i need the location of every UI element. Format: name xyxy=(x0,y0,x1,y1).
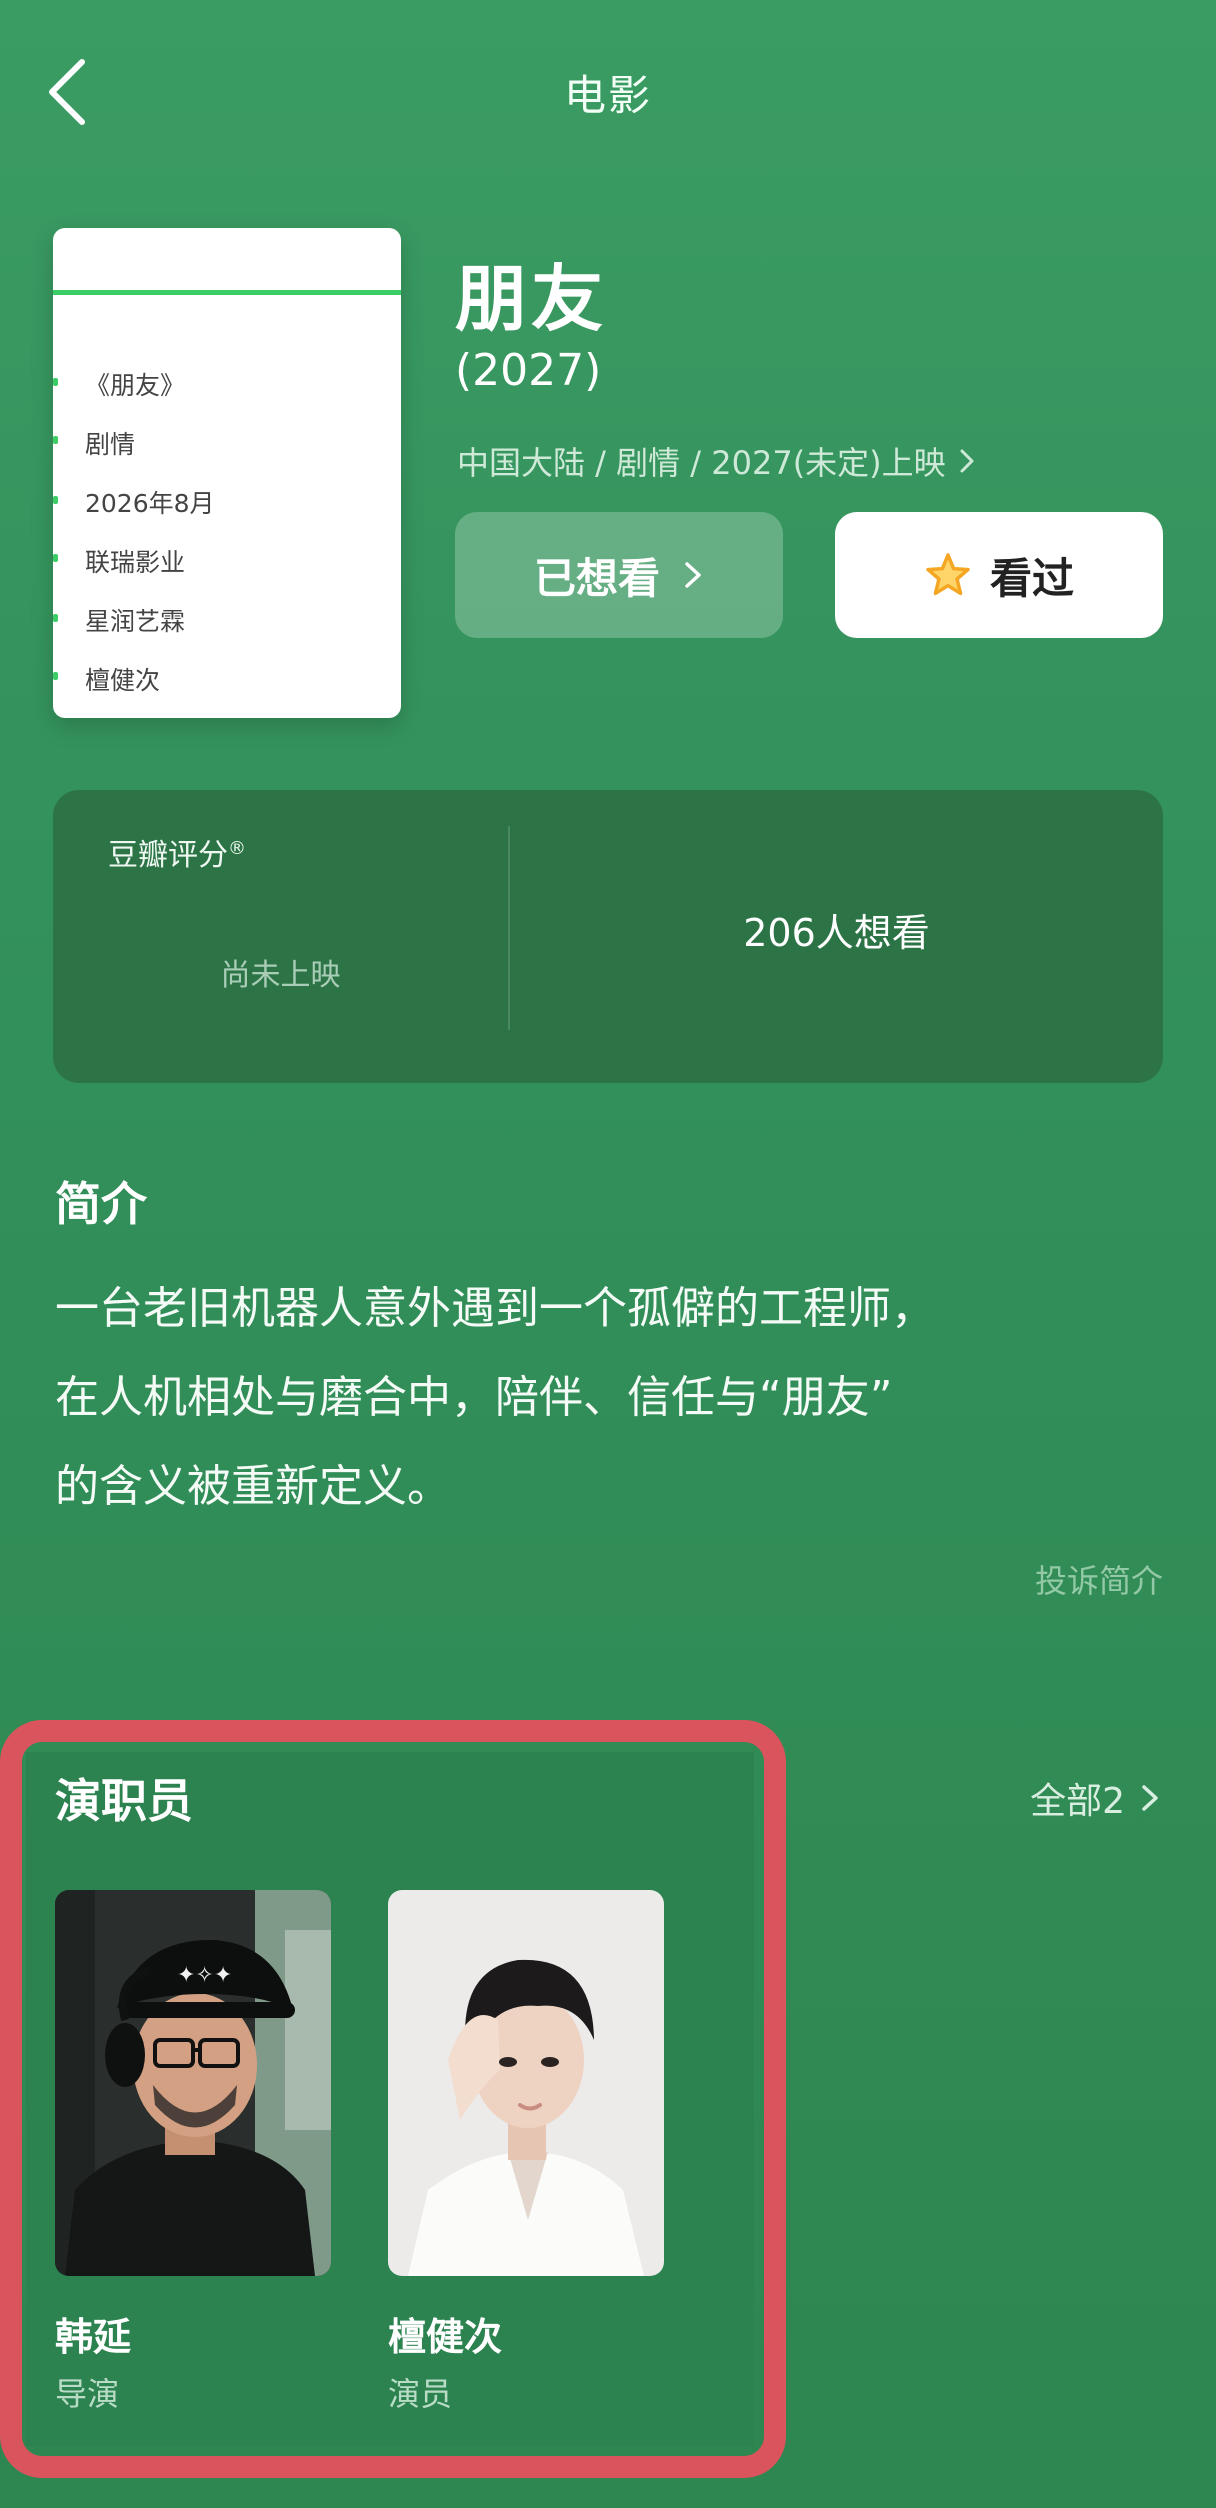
cap-text: ✦✧✦ xyxy=(177,1963,232,1988)
movie-meta-text: 中国大陆 / 剧情 / 2027(未定)上映 xyxy=(457,444,946,482)
synopsis-line: 的含义被重新定义。 xyxy=(55,1461,451,1512)
poster-line: 檀健次 xyxy=(85,666,161,695)
movie-title: 朋友 xyxy=(455,257,608,341)
report-synopsis-link[interactable]: 投诉简介 xyxy=(1035,1556,1163,1602)
synopsis-text: 一台老旧机器人意外遇到一个孤僻的工程师， 在人机相处与磨合中，陪伴、信任与“朋友… xyxy=(55,1264,1165,1531)
poster-line: 星润艺霖 xyxy=(85,607,186,636)
want-count[interactable]: 206人想看 xyxy=(510,902,1163,957)
want-to-watch-label: 已想看 xyxy=(533,553,660,603)
watched-label: 看过 xyxy=(989,553,1074,603)
registered-mark: ® xyxy=(228,838,246,859)
synopsis-line: 在人机相处与磨合中，陪伴、信任与“朋友” xyxy=(55,1372,893,1423)
want-to-watch-button[interactable]: 已想看 xyxy=(455,512,783,638)
synopsis-title: 简介 xyxy=(55,1177,147,1231)
chevron-right-icon xyxy=(1142,1785,1158,1811)
cast-view-all-label: 全部2 xyxy=(1030,1781,1125,1822)
cast-member-name: 韩延 xyxy=(55,2315,132,2359)
director-portrait-image: ✦✧✦ xyxy=(55,1890,331,2276)
cast-photo-director: ✦✧✦ xyxy=(55,1890,331,2276)
cast-title: 演职员 xyxy=(55,1774,193,1828)
rating-status: 尚未上映 xyxy=(220,958,341,993)
cast-photo-actor xyxy=(388,1890,664,2276)
poster-line: 2026年8月 xyxy=(85,489,215,518)
chevron-right-icon xyxy=(685,562,701,588)
movie-poster[interactable]: 《朋友》 剧情 2026年8月 联瑞影业 星润艺霖 檀健次 xyxy=(53,228,401,718)
movie-year: (2027) xyxy=(455,345,602,396)
synopsis-line: 一台老旧机器人意外遇到一个孤僻的工程师， xyxy=(55,1283,935,1334)
cast-member-role: 演员 xyxy=(388,2375,453,2413)
cast-member-role: 导演 xyxy=(55,2375,120,2413)
poster-line: 剧情 xyxy=(85,430,136,459)
cast-member-name: 檀健次 xyxy=(388,2315,503,2359)
rating-label-text: 豆瓣评分 xyxy=(108,838,228,873)
watched-button[interactable]: 看过 xyxy=(835,512,1163,638)
actor-portrait-image xyxy=(388,1890,664,2276)
douban-rating-label: 豆瓣评分® xyxy=(108,830,246,874)
page-title: 电影 xyxy=(563,71,652,120)
cast-member-card[interactable]: ✦✧✦ 韩延 导演 xyxy=(55,1890,331,2415)
poster-text-list: 《朋友》 剧情 2026年8月 联瑞影业 星润艺霖 檀健次 xyxy=(85,356,215,710)
cast-member-card[interactable]: 檀健次 演员 xyxy=(388,1890,664,2415)
poster-accent-line xyxy=(53,290,401,295)
star-icon xyxy=(926,553,970,596)
poster-line: 《朋友》 xyxy=(85,371,186,400)
poster-line: 联瑞影业 xyxy=(85,548,186,577)
chevron-right-icon xyxy=(960,449,974,473)
rating-panel: 豆瓣评分® 尚未上映 206人想看 xyxy=(53,790,1163,1083)
movie-meta-link[interactable]: 中国大陆 / 剧情 / 2027(未定)上映 xyxy=(457,438,978,484)
cast-view-all-link[interactable]: 全部2 xyxy=(1030,1772,1161,1824)
